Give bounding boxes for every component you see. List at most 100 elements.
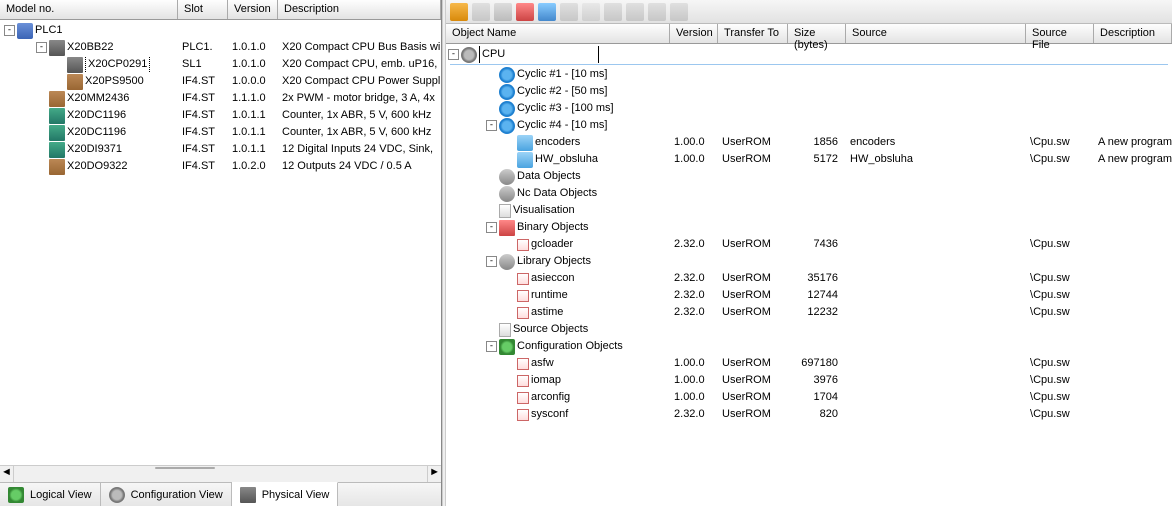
version-cell: 2.32.0 xyxy=(670,304,718,321)
tool-icon xyxy=(670,3,688,21)
object-icon xyxy=(517,392,529,404)
source-file-cell xyxy=(1026,253,1094,270)
version-cell: 1.00.0 xyxy=(670,355,718,372)
hardware-row[interactable]: X20MM2436IF4.ST1.1.1.02x PWM - motor bri… xyxy=(0,90,441,107)
desc-cell xyxy=(1094,338,1172,355)
collapse-icon[interactable]: - xyxy=(4,25,15,36)
object-group[interactable]: Source Objects xyxy=(446,321,1172,338)
col-version[interactable]: Version xyxy=(228,0,278,19)
object-icon xyxy=(499,84,515,100)
tab-logical-view[interactable]: Logical View xyxy=(0,483,101,506)
object-group[interactable]: Data Objects xyxy=(446,168,1172,185)
object-name: Visualisation xyxy=(513,202,575,219)
col-size[interactable]: Size (bytes) xyxy=(788,24,846,43)
collapse-icon[interactable]: - xyxy=(486,256,497,267)
object-group[interactable]: Cyclic #1 - [10 ms] xyxy=(446,66,1172,83)
object-item[interactable]: encoders1.00.0UserROM1856encoders\Cpu.sw… xyxy=(446,134,1172,151)
build-icon[interactable] xyxy=(450,3,468,21)
collapse-icon[interactable]: - xyxy=(486,222,497,233)
object-tree[interactable]: - CPU Cyclic #1 - [10 ms]Cyclic #2 - [50… xyxy=(446,44,1172,506)
col-description[interactable]: Description xyxy=(278,0,441,19)
slot-cell: SL1 xyxy=(178,56,228,73)
object-icon xyxy=(499,169,515,185)
root-label: PLC1 xyxy=(35,22,63,39)
col-source[interactable]: Source xyxy=(846,24,1026,43)
hardware-row[interactable]: X20DO9322IF4.ST1.0.2.012 Outputs 24 VDC … xyxy=(0,158,441,175)
object-item[interactable]: asfw1.00.0UserROM697180\Cpu.sw xyxy=(446,355,1172,372)
hardware-row[interactable]: X20DI9371IF4.ST1.0.1.112 Digital Inputs … xyxy=(0,141,441,158)
object-icon xyxy=(499,323,511,337)
col-transfer-to[interactable]: Transfer To xyxy=(718,24,788,43)
col-object-name[interactable]: Object Name xyxy=(446,24,670,43)
tool-icon[interactable] xyxy=(516,3,534,21)
tree-root[interactable]: - CPU xyxy=(446,46,1172,63)
object-name: asfw xyxy=(531,355,554,372)
hardware-row[interactable]: X20CP0291SL11.0.1.0X20 Compact CPU, emb.… xyxy=(0,56,441,73)
collapse-icon[interactable]: - xyxy=(36,42,47,53)
object-item[interactable]: arconfig1.00.0UserROM1704\Cpu.sw xyxy=(446,389,1172,406)
col-source-file[interactable]: Source File xyxy=(1026,24,1094,43)
root-label: CPU xyxy=(479,46,599,63)
tree-root[interactable]: - PLC1 xyxy=(0,22,441,39)
col-description[interactable]: Description xyxy=(1094,24,1172,43)
source-cell xyxy=(846,304,1026,321)
size-cell: 12744 xyxy=(788,287,846,304)
object-item[interactable]: astime2.32.0UserROM12232\Cpu.sw xyxy=(446,304,1172,321)
size-cell: 820 xyxy=(788,406,846,423)
collapse-icon[interactable]: - xyxy=(486,341,497,352)
col-model[interactable]: Model no. xyxy=(0,0,178,19)
object-group[interactable]: - Cyclic #4 - [10 ms] xyxy=(446,117,1172,134)
tool-icon[interactable] xyxy=(538,3,556,21)
desc-cell xyxy=(1094,406,1172,423)
object-group[interactable]: Cyclic #2 - [50 ms] xyxy=(446,83,1172,100)
hardware-row[interactable]: X20PS9500IF4.ST1.0.0.0X20 Compact CPU Po… xyxy=(0,73,441,90)
object-group[interactable]: -Binary Objects xyxy=(446,219,1172,236)
collapse-icon[interactable]: - xyxy=(486,120,497,131)
module-icon xyxy=(49,91,65,107)
source-cell xyxy=(846,270,1026,287)
desc-cell: X20 Compact CPU, emb. uP16, xyxy=(278,56,441,73)
desc-cell xyxy=(1094,168,1172,185)
tab-configuration-view[interactable]: Configuration View xyxy=(101,483,232,506)
object-name: runtime xyxy=(531,287,568,304)
module-icon xyxy=(67,74,83,90)
desc-cell xyxy=(1094,185,1172,202)
object-item[interactable]: asieccon2.32.0UserROM35176\Cpu.sw xyxy=(446,270,1172,287)
hardware-row[interactable]: X20DC1196IF4.ST1.0.1.1Counter, 1x ABR, 5… xyxy=(0,124,441,141)
version-cell: 1.00.0 xyxy=(670,134,718,151)
object-group[interactable]: Nc Data Objects xyxy=(446,185,1172,202)
hardware-row[interactable]: -X20BB22PLC1.1.0.1.0X20 Compact CPU Bus … xyxy=(0,39,441,56)
object-item[interactable]: runtime2.32.0UserROM12744\Cpu.sw xyxy=(446,287,1172,304)
object-name: Cyclic #1 - [10 ms] xyxy=(517,66,607,83)
col-version[interactable]: Version xyxy=(670,24,718,43)
tool-icon[interactable] xyxy=(494,3,512,21)
h-scrollbar[interactable]: ◄ ► xyxy=(0,465,441,482)
source-file-cell: \Cpu.sw xyxy=(1026,406,1094,423)
collapse-icon[interactable]: - xyxy=(448,49,459,60)
object-group[interactable]: Visualisation xyxy=(446,202,1172,219)
object-group[interactable]: Cyclic #3 - [100 ms] xyxy=(446,100,1172,117)
col-slot[interactable]: Slot xyxy=(178,0,228,19)
object-group[interactable]: -Library Objects xyxy=(446,253,1172,270)
object-item[interactable]: iomap1.00.0UserROM3976\Cpu.sw xyxy=(446,372,1172,389)
tab-physical-view[interactable]: Physical View xyxy=(232,482,339,506)
version-cell: 1.00.0 xyxy=(670,372,718,389)
object-group[interactable]: -Configuration Objects xyxy=(446,338,1172,355)
size-cell: 697180 xyxy=(788,355,846,372)
module-icon xyxy=(49,125,65,141)
desc-cell xyxy=(1094,253,1172,270)
object-item[interactable]: gcloader2.32.0UserROM7436\Cpu.sw xyxy=(446,236,1172,253)
object-item[interactable]: HW_obsluha1.00.0UserROM5172HW_obsluha\Cp… xyxy=(446,151,1172,168)
module-icon xyxy=(49,108,65,124)
source-cell xyxy=(846,287,1026,304)
object-name: HW_obsluha xyxy=(535,151,598,168)
object-name: asieccon xyxy=(531,270,574,287)
hardware-row[interactable]: X20DC1196IF4.ST1.0.1.1Counter, 1x ABR, 5… xyxy=(0,107,441,124)
desc-cell xyxy=(1094,202,1172,219)
desc-cell xyxy=(1094,389,1172,406)
hardware-tree[interactable]: - PLC1 -X20BB22PLC1.1.0.1.0X20 Compact C… xyxy=(0,20,441,465)
object-icon xyxy=(517,290,529,302)
object-name: Cyclic #4 - [10 ms] xyxy=(517,117,607,134)
object-item[interactable]: sysconf2.32.0UserROM820\Cpu.sw xyxy=(446,406,1172,423)
object-name: iomap xyxy=(531,372,561,389)
